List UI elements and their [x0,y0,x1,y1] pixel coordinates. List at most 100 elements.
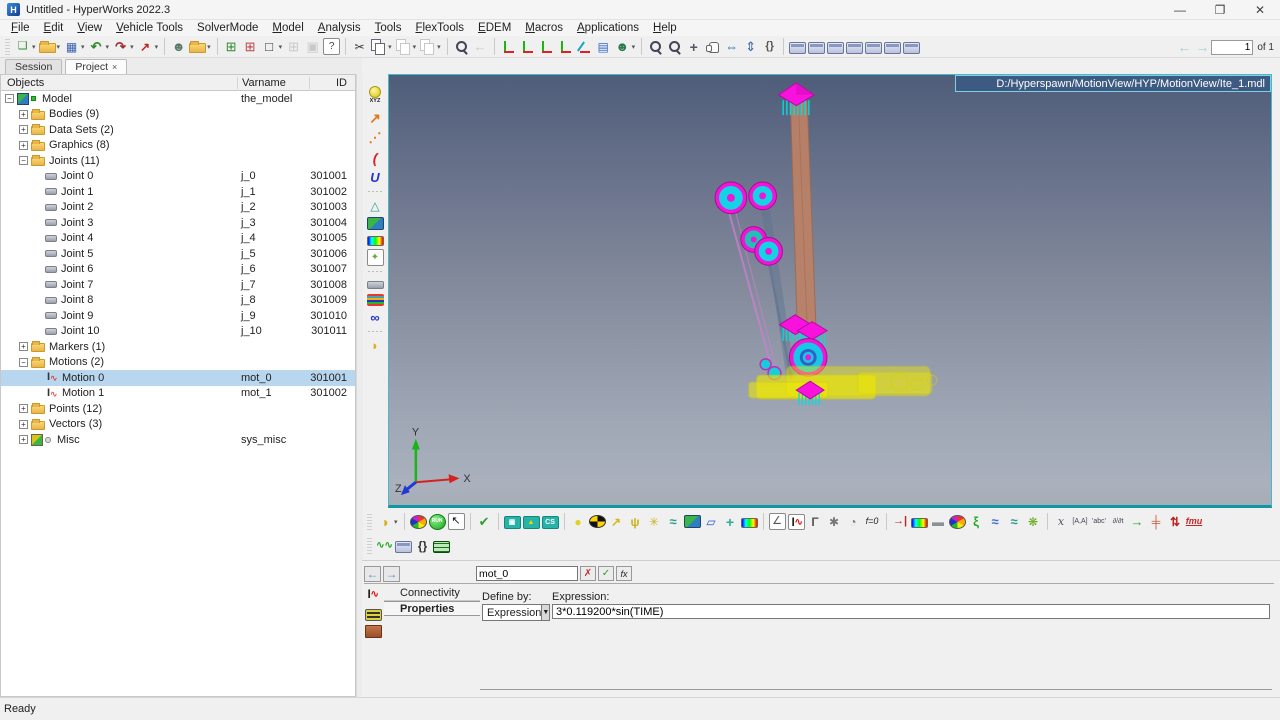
rainbow-entity-icon[interactable] [741,518,758,528]
new-session-icon-caret[interactable]: ▾ [32,43,36,51]
sphere-marker-1[interactable] [760,359,771,370]
view-iso-icon[interactable] [576,39,593,55]
panel-film-icon[interactable] [365,609,382,621]
tree-row-joint-5[interactable]: Joint 5j_5301006 [1,246,355,262]
undo-icon-caret[interactable]: ▾ [106,43,110,51]
paste-icon-caret[interactable]: ▾ [413,43,417,51]
export-ppt-icon-caret[interactable]: ▾ [155,43,159,51]
menu-help[interactable]: Help [646,22,684,34]
vector-entity-icon[interactable]: ↗ [608,513,625,530]
zoom-window-icon[interactable] [647,39,664,55]
shade-mode-icon-caret[interactable]: ▾ [394,518,398,526]
tree-row-motion-1[interactable]: Motion 1mot_1301002 [1,386,355,402]
export-ppt-icon[interactable]: ↗ [137,38,154,55]
panel-back-button[interactable]: ← [364,566,381,582]
color-wheel-icon[interactable] [410,515,427,529]
menu-model[interactable]: Model [265,22,310,34]
expand-icon-markers-1[interactable]: + [19,342,28,351]
tree-row-joint-9[interactable]: Joint 9j_9301010 [1,308,355,324]
tree-row-joint-7[interactable]: Joint 7j_7301008 [1,277,355,293]
toolbar-grip[interactable] [367,538,372,554]
tree-row-joints-11[interactable]: −Joints (11) [1,153,355,169]
menu-flextools[interactable]: FlexTools [408,22,471,34]
model-3d-view[interactable]: Y X Z [389,75,1271,505]
expand-icon-graphics-8[interactable]: + [19,141,28,150]
expand-icon-bodies-9[interactable]: + [19,110,28,119]
tree-row-graphics-8[interactable]: +Graphics (8) [1,138,355,154]
cg-entity-icon[interactable] [589,515,606,528]
warning-set-icon[interactable]: ▲ [523,516,540,529]
matrix-icon[interactable]: [A,A] [1072,513,1089,530]
varname-input[interactable] [476,566,578,581]
close-button[interactable]: ✕ [1240,0,1280,19]
tree-row-points-12[interactable]: +Points (12) [1,401,355,417]
tree-row-joint-4[interactable]: Joint 4j_4301005 [1,231,355,247]
tree-row-bodies-9[interactable]: +Bodies (9) [1,107,355,123]
copy-icon-caret[interactable]: ▾ [388,43,392,51]
legend-gauge-icon[interactable] [911,518,928,528]
actuator-icon[interactable]: Γ [807,513,824,530]
graphic-tool-icon[interactable]: ✦ [367,249,384,266]
ddt-icon[interactable]: ∂/∂t [1110,513,1127,530]
panel-forward-button[interactable]: → [383,566,400,582]
tab-project[interactable]: Project × [65,59,127,74]
panel-motion-icon[interactable] [365,587,382,603]
arrows-vertical-icon[interactable]: ⇕ [742,38,759,55]
tree-row-model[interactable]: −Modelthe_model [1,91,355,107]
page-next-icon[interactable] [903,42,920,54]
chevron-down-icon[interactable]: ▼ [541,605,549,620]
zoom-fit-icon[interactable] [453,39,470,55]
stop-arrow-icon[interactable]: →| [892,513,909,530]
damper-icon[interactable]: ▬ [930,513,947,530]
pulley-4[interactable] [755,237,783,265]
menu-macros[interactable]: Macros [518,22,570,34]
next-page-icon[interactable]: → [1195,39,1209,55]
tab-close-icon[interactable]: × [112,62,117,72]
spreadsheet-icon[interactable] [433,541,450,553]
tab-properties[interactable]: Properties [384,601,480,616]
tree-row-misc[interactable]: +Miscsys_misc [1,432,355,448]
gear-icon[interactable]: ✱ [826,513,843,530]
fmu-icon[interactable]: fmu [1186,513,1203,530]
previous-page-icon[interactable]: ← [1177,39,1191,55]
close-window-icon[interactable]: ⊞ [242,38,259,55]
menu-solvermode[interactable]: SolverMode [190,22,265,34]
curve-tool-icon[interactable]: ( [365,147,385,167]
solid-entity-icon[interactable] [684,515,701,528]
bushing-tool-icon[interactable]: ∞ [367,309,384,326]
page-number-input[interactable] [1211,40,1253,55]
view-yx-icon[interactable] [519,39,536,55]
surface-entity-icon[interactable]: ≈ [665,513,682,530]
help-window-icon[interactable]: ? [323,38,340,55]
organize-icon-caret[interactable]: ▾ [207,43,211,51]
plate-stack2-icon[interactable]: ≈ [1006,513,1023,530]
shade-mode-icon[interactable]: ◑ [376,513,393,530]
tree-row-motions-2[interactable]: −Motions (2) [1,355,355,371]
page-paste-icon[interactable] [865,42,882,54]
expand-icon-data-sets-2[interactable]: + [19,125,28,134]
script-x-icon[interactable]: x [1053,513,1070,530]
fx-expression-button[interactable]: fx [616,566,632,581]
save-session-icon[interactable]: ▦ [63,38,80,55]
point-tool-icon[interactable] [367,84,384,106]
pulley-2[interactable] [749,182,777,210]
force-tool-icon[interactable]: ◗ [367,337,384,354]
tree-row-motion-0[interactable]: Motion 0mot_0301001 [1,370,355,386]
zoom-dynamic-icon[interactable] [666,39,683,55]
pan-cross-icon[interactable]: + [685,38,702,55]
apply-check-icon[interactable]: ✔ [476,513,493,530]
image-plane-icon[interactable]: ▣ [504,516,521,529]
tree-row-joint-2[interactable]: Joint 2j_2301003 [1,200,355,216]
menu-applications[interactable]: Applications [570,22,646,34]
view-xz-icon[interactable] [538,39,555,55]
motion-entity-icon[interactable] [788,514,805,530]
plane-entity-icon[interactable]: ▱ [703,513,720,530]
paste-special-icon-caret[interactable]: ▾ [437,43,441,51]
contact-icon[interactable]: ❋ [1025,513,1042,530]
user-view-icon[interactable]: ☻ [614,38,631,55]
menu-view[interactable]: View [70,22,109,34]
plate-stack-icon[interactable]: ≈ [987,513,1004,530]
clock-gear-icon[interactable]: ◔ [845,513,862,530]
graphics-viewport[interactable]: Y X Z D:/Hyperspawn/MotionView/HYP/Motio… [388,74,1272,508]
page-new-icon[interactable] [789,42,806,54]
